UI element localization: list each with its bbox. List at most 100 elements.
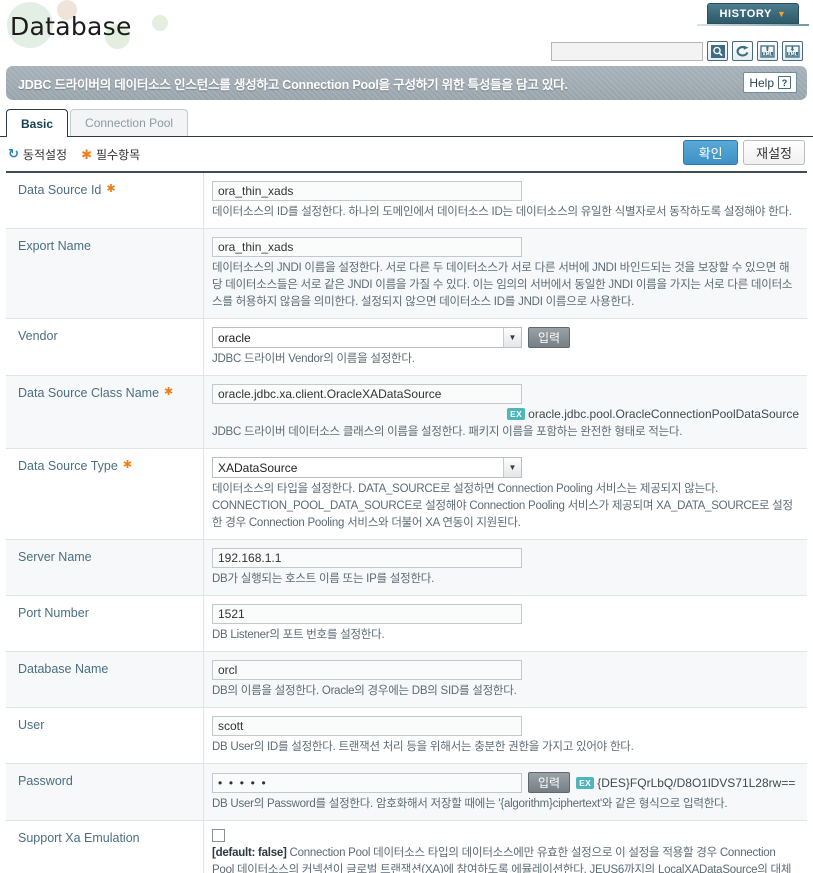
history-button[interactable]: HISTORY ▼ [707, 3, 799, 24]
text-input[interactable] [212, 181, 522, 201]
form-row-label: Database Name [6, 652, 204, 708]
reset-button[interactable]: 재설정 [743, 140, 805, 165]
select-wrapper: XADataSource ▼ [212, 457, 522, 479]
form-row: Data Source Type ✱ XADataSource ▼ 데이터소스의 타입을… [6, 449, 807, 541]
form-row-label: Data Source Id ✱ [6, 173, 204, 229]
form-row: Password 입력 EX{DES}FQrLbQ/D8O1lDVS71L28rw=… [6, 764, 807, 822]
search-icon[interactable] [707, 41, 728, 61]
form-row-label-text: Data Source Class Name [18, 386, 160, 401]
help-button[interactable]: Help ? [743, 72, 797, 93]
form-row: Vendor oracle ▼ 입력 JDBC 드라이버 Vendor의 이름을 설정한… [6, 319, 807, 377]
form-row-label: Support Xa Emulation [6, 821, 204, 873]
form-row-field: DB User의 ID를 설정한다. 트랜잭션 처리 등을 위해서는 충분한 권… [204, 708, 807, 763]
text-input[interactable] [212, 237, 522, 258]
legend-bar: ↻ 동적설정 ✱ 필수항목 확인 재설정 [0, 137, 813, 171]
form-row-label-text: Data Source Type [18, 459, 118, 474]
svg-text:XML: XML [762, 51, 772, 56]
required-field-icon: ✱ [81, 146, 92, 162]
form-row: Port Number DB Listener의 포트 번호를 설정한다. [6, 596, 807, 653]
field-description: DB가 실행되는 호스트 이름 또는 IP를 설정한다. [212, 573, 435, 586]
text-input[interactable] [212, 548, 522, 569]
settings-form: Data Source Id ✱ 데이터소스의 ID를 설정한다. 하나의 도메인에… [6, 171, 807, 873]
field-control-line [212, 548, 799, 569]
field-description: DB의 이름을 설정한다. Oracle의 경우에는 DB의 SID를 설정한다… [212, 685, 517, 698]
field-description: DB Listener의 포트 번호를 설정한다. [212, 629, 385, 642]
form-row: User DB User의 ID를 설정한다. 트랜잭션 처리 등을 위해서는 충… [6, 708, 807, 765]
field-description: DB User의 ID를 설정한다. 트랜잭션 처리 등을 위해서는 충분한 권… [212, 741, 634, 754]
tab-connection-pool[interactable]: Connection Pool [70, 109, 189, 136]
form-row: Database Name DB의 이름을 설정한다. Oracle의 경우에는 … [6, 652, 807, 709]
field-control-line: 입력 EX{DES}FQrLbQ/D8O1lDVS71L28rw== [212, 772, 799, 794]
field-control-line [212, 604, 799, 625]
field-control-line: XADataSource ▼ [212, 457, 799, 479]
select-input[interactable]: oracle [212, 327, 522, 349]
xml-export-icon[interactable]: XML [782, 41, 803, 61]
form-row-field: XADataSource ▼ 데이터소스의 타입을 설정한다. DATA_SOURC… [204, 449, 807, 539]
form-row-label-text: Vendor [18, 329, 58, 344]
search-input[interactable] [551, 41, 703, 61]
form-row-label-text: Export Name [18, 239, 91, 254]
form-row-field: DB의 이름을 설정한다. Oracle의 경우에는 DB의 SID를 설정한다… [204, 652, 807, 707]
example-text: oracle.jdbc.pool.OracleConnectionPoolDat… [528, 407, 799, 422]
example-hint: EX oracle.jdbc.pool.OracleConnectionPoolD… [212, 407, 799, 421]
form-row-label: Data Source Class Name ✱ [6, 376, 204, 449]
tab-basic-label: Basic [21, 116, 54, 131]
history-underline [697, 24, 809, 26]
field-control-line [212, 181, 799, 201]
form-row-label: Vendor [6, 319, 204, 376]
text-input[interactable] [212, 384, 522, 405]
field-description: 데이터소스의 JNDI 이름을 설정한다. 서로 다른 두 데이터소스가 서로 … [212, 262, 793, 309]
field-control-line: oracle ▼ 입력 [212, 327, 799, 349]
form-row-label-text: Server Name [18, 550, 92, 565]
help-label: Help [749, 75, 774, 90]
text-input[interactable] [212, 604, 522, 625]
chevron-down-icon: ▼ [776, 8, 787, 19]
form-row-field: 입력 EX{DES}FQrLbQ/D8O1lDVS71L28rw== DB User… [204, 764, 807, 820]
checkbox-input[interactable] [212, 829, 225, 843]
input-button[interactable]: 입력 [528, 327, 571, 349]
xml-import-icon[interactable]: XML [757, 41, 778, 61]
form-row-label: Server Name [6, 540, 204, 596]
example-tag: EX [576, 776, 595, 789]
text-input[interactable] [212, 716, 522, 737]
example-hint: EX {DES}FQrLbQ/D8O1lDVS71L28rw== [576, 776, 795, 790]
form-row-label: User [6, 708, 204, 764]
select-wrapper: oracle ▼ [212, 327, 522, 349]
field-control-line [212, 716, 799, 737]
form-row-field: [default: false] Connection Pool 데이터소스 타… [204, 821, 807, 873]
form-row-field: 데이터소스의 JNDI 이름을 설정한다. 서로 다른 두 데이터소스가 서로 … [204, 229, 807, 318]
form-row-label-text: Port Number [18, 606, 89, 621]
confirm-button[interactable]: 확인 [683, 140, 739, 165]
form-row: Export Name 데이터소스의 JNDI 이름을 설정한다. 서로 다른 두… [6, 229, 807, 320]
select-input[interactable]: XADataSource [212, 457, 522, 479]
decorative-circle-4 [152, 15, 168, 31]
description-banner: JDBC 드라이버의 데이터소스 인스턴스를 생성하고 Connection P… [6, 66, 807, 100]
legend-dynamic: ↻ 동적설정 [8, 146, 67, 163]
required-field-icon: ✱ [122, 459, 133, 472]
form-row-field: DB Listener의 포트 번호를 설정한다. [204, 596, 807, 651]
password-input[interactable] [212, 772, 522, 793]
field-description-text: Connection Pool 데이터소스 타입의 데이터소스에만 유효한 설정… [212, 847, 792, 873]
field-default-value: [default: false] [212, 847, 287, 860]
form-row-field: EXoracle.jdbc.pool.OracleConnectionPoolD… [204, 376, 807, 448]
refresh-icon[interactable] [732, 41, 753, 61]
tab-basic[interactable]: Basic [6, 109, 69, 137]
history-label: HISTORY [719, 7, 772, 20]
text-input[interactable] [212, 660, 522, 681]
dynamic-setting-icon: ↻ [8, 146, 19, 161]
form-row-label-text: User [18, 718, 45, 733]
input-button[interactable]: 입력 [528, 772, 571, 794]
form-row-label: Port Number [6, 596, 204, 652]
toolbar: XML XML [551, 41, 803, 61]
example-text: {DES}FQrLbQ/D8O1lDVS71L28rw== [597, 775, 796, 790]
field-control-line [212, 829, 799, 843]
field-description: JDBC 드라이버 데이터소스 클래스의 이름을 설정한다. 패키지 이름을 포… [212, 426, 683, 439]
legend-dynamic-label: 동적설정 [22, 147, 68, 162]
action-buttons: 확인 재설정 [683, 140, 805, 165]
form-row: Server Name DB가 실행되는 호스트 이름 또는 IP를 설정한다. [6, 540, 807, 597]
form-row-label-text: Password [18, 774, 73, 789]
field-description: JDBC 드라이버 Vendor의 이름을 설정한다. [212, 353, 415, 366]
required-field-icon: ✱ [106, 183, 116, 195]
required-field-icon: ✱ [164, 386, 174, 399]
example-tag: EX [507, 408, 526, 421]
